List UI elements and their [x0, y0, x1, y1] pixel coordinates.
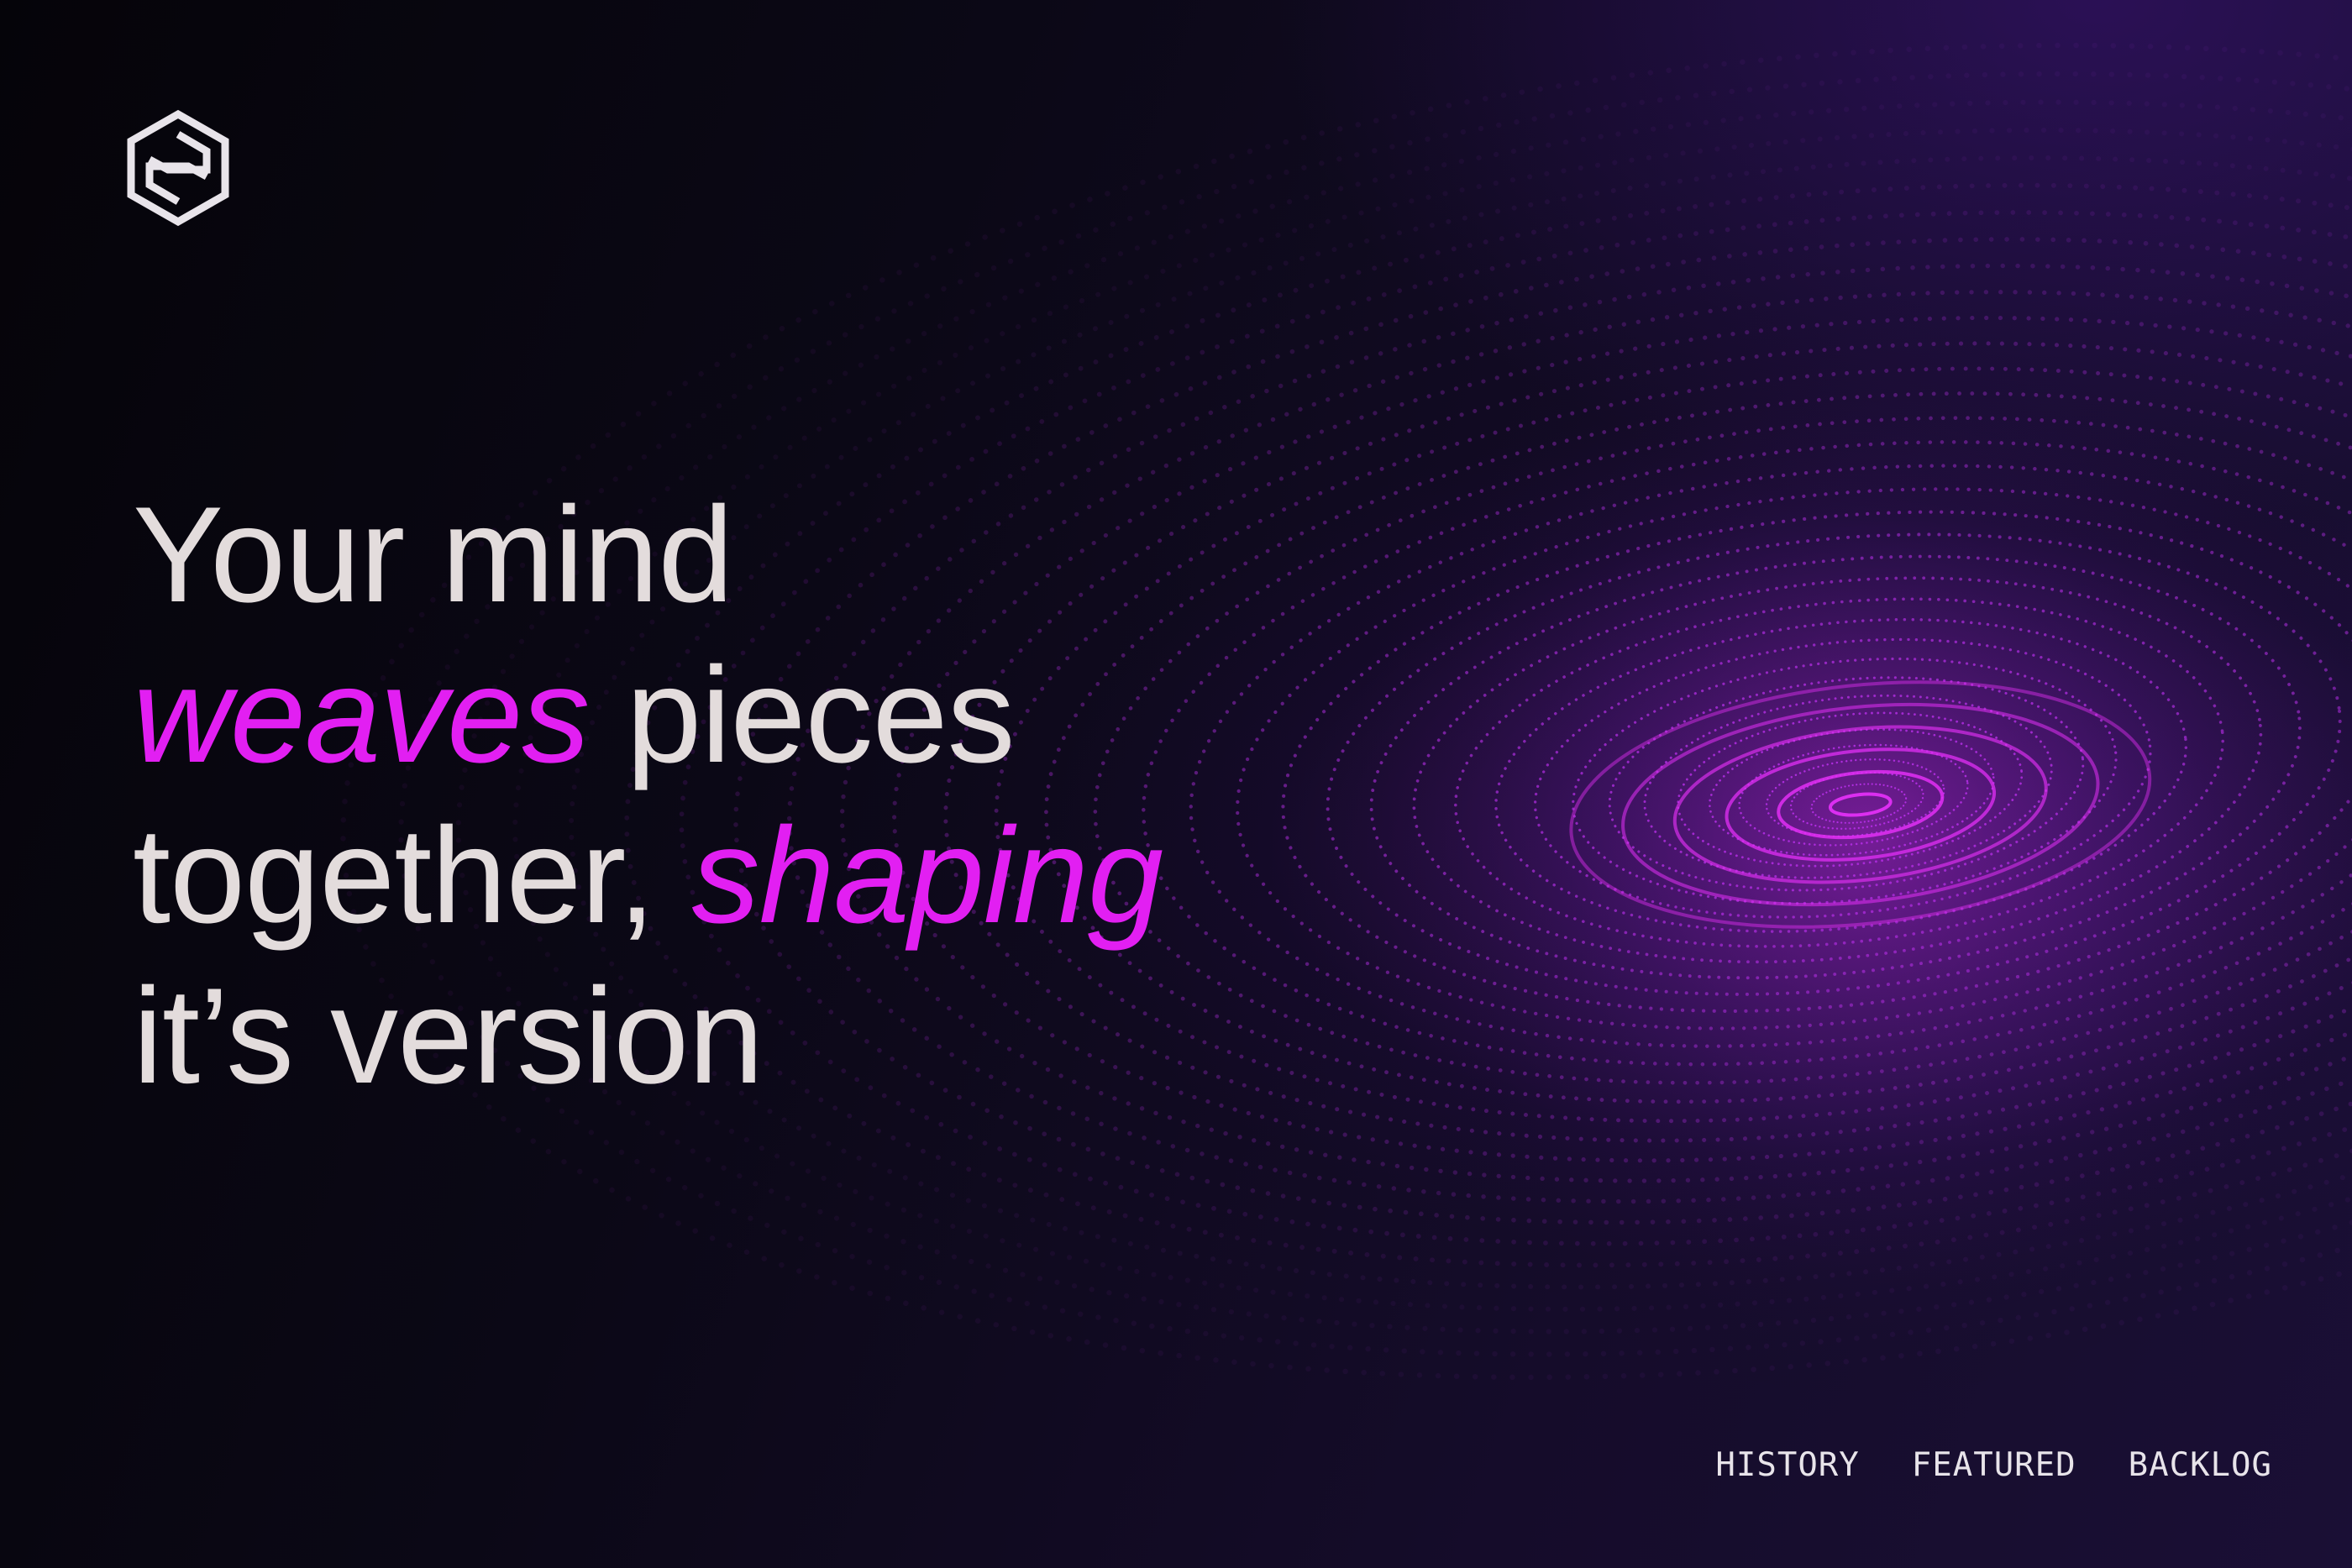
- nav-link-history[interactable]: HISTORY: [1715, 1446, 1859, 1484]
- brand-logo[interactable]: [126, 109, 230, 227]
- footer-nav: HISTORY FEATURED BACKLOG: [1715, 1446, 2272, 1484]
- hero-page: Your mind weaves pieces together, shapin…: [0, 0, 2352, 1568]
- headline-line-3: together, shaping: [133, 795, 1477, 956]
- headline-line-2: weaves pieces: [133, 635, 1477, 795]
- headline-accent-shaping: shaping: [691, 800, 1163, 952]
- headline-line-4: it’s version: [133, 960, 764, 1112]
- headline-line-2-rest: pieces: [589, 639, 1015, 791]
- headline-line-3-start: together,: [133, 800, 692, 952]
- headline-line-1: Your mind: [133, 479, 733, 631]
- hexagon-weave-logo-icon: [127, 109, 229, 227]
- headline-accent-weaves: weaves: [133, 639, 590, 791]
- nav-link-backlog[interactable]: BACKLOG: [2129, 1446, 2272, 1484]
- hero-headline: Your mind weaves pieces together, shapin…: [133, 475, 1477, 1116]
- nav-link-featured[interactable]: FEATURED: [1912, 1446, 2076, 1484]
